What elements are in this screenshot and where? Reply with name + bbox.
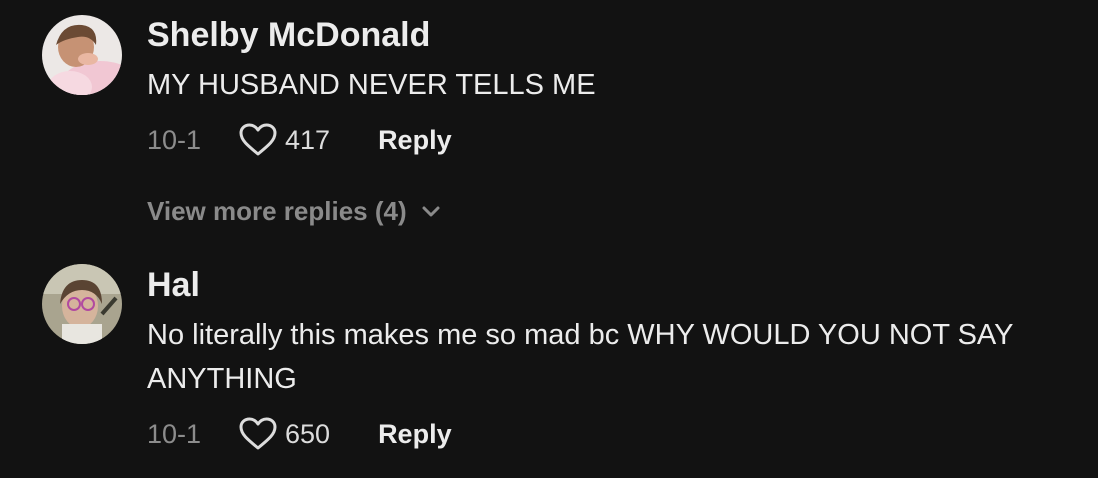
comment-actions: 10-1 650 Reply: [147, 414, 452, 454]
comment-actions: 10-1 417 Reply: [147, 120, 452, 160]
comment-text: MY HUSBAND NEVER TELLS ME: [147, 69, 596, 101]
reply-button[interactable]: Reply: [378, 125, 452, 156]
like-button[interactable]: 417: [239, 123, 330, 157]
chevron-down-icon[interactable]: [421, 205, 441, 219]
like-button[interactable]: 650: [239, 417, 330, 451]
avatar[interactable]: [42, 15, 122, 95]
heart-outline-icon[interactable]: [239, 417, 277, 451]
heart-outline-icon[interactable]: [239, 123, 277, 157]
like-count: 417: [285, 124, 331, 155]
comment-date: 10-1: [147, 418, 202, 449]
view-more-replies-label[interactable]: View more replies (4): [147, 196, 407, 227]
like-count: 650: [285, 418, 331, 449]
view-more-replies-button[interactable]: View more replies (4): [147, 196, 441, 227]
comment-username[interactable]: Hal: [147, 266, 200, 305]
comment-username[interactable]: Shelby McDonald: [147, 16, 430, 55]
comment-date: 10-1: [147, 124, 202, 155]
avatar[interactable]: [42, 264, 122, 344]
reply-button[interactable]: Reply: [378, 419, 452, 450]
comment-text: No literally this makes me so mad bc WHY…: [147, 319, 1013, 395]
